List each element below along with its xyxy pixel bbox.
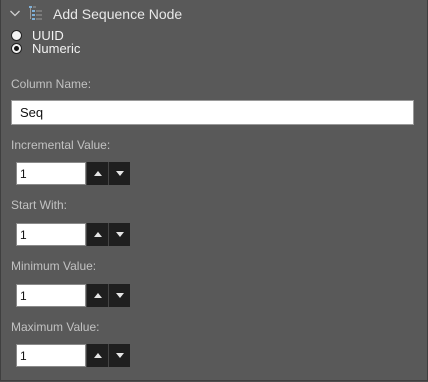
arrow-up-icon [93,232,102,237]
minimum-value-increment-button[interactable] [86,284,108,307]
column-name-label: Column Name: [11,77,92,91]
arrow-down-icon [115,293,124,298]
incremental-value-stepper[interactable] [16,162,130,185]
radio-button-uuid[interactable] [11,30,22,41]
maximum-value-decrement-button[interactable] [108,344,130,367]
maximum-value-increment-button[interactable] [86,344,108,367]
minimum-value-label: Minimum Value: [11,259,97,273]
incremental-value-increment-button[interactable] [86,162,108,185]
radio-label-numeric: Numeric [32,41,81,56]
start-with-increment-button[interactable] [86,223,108,246]
start-with-decrement-button[interactable] [108,223,130,246]
arrow-down-icon [115,232,124,237]
add-sequence-node-panel: Add Sequence Node UUID Numeric Column Na… [0,0,428,381]
column-name-input[interactable] [11,100,414,125]
maximum-value-stepper[interactable] [16,344,130,367]
arrow-up-icon [93,293,102,298]
minimum-value-stepper[interactable] [16,284,130,307]
panel-header[interactable]: Add Sequence Node [1,0,427,28]
sequence-list-icon [29,6,42,20]
maximum-value-label: Maximum Value: [11,320,100,334]
maximum-value-input[interactable] [16,344,86,367]
minimum-value-input[interactable] [16,284,86,307]
radio-numeric[interactable]: Numeric [11,42,80,55]
arrow-down-icon [115,171,124,176]
start-with-input[interactable] [16,223,86,246]
arrow-up-icon [93,171,102,176]
minimum-value-decrement-button[interactable] [108,284,130,307]
start-with-stepper[interactable] [16,223,130,246]
arrow-up-icon [93,353,102,358]
arrow-down-icon [115,353,124,358]
panel-title: Add Sequence Node [53,6,183,22]
incremental-value-decrement-button[interactable] [108,162,130,185]
start-with-label: Start With: [11,198,68,212]
radio-button-numeric[interactable] [11,43,22,54]
incremental-value-input[interactable] [16,162,86,185]
chevron-down-icon[interactable] [9,7,21,19]
incremental-value-label: Incremental Value: [11,138,111,152]
